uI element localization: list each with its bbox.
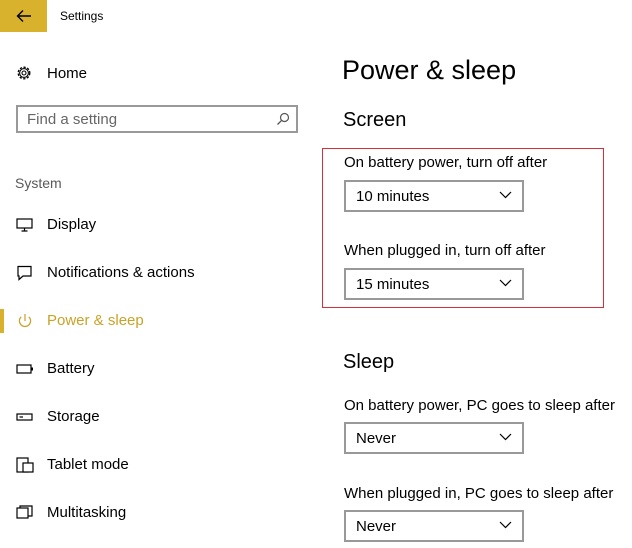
gear-icon (17, 66, 31, 80)
window-title: Settings (60, 9, 104, 23)
chevron-down-icon (499, 521, 512, 529)
dropdown-value: Never (356, 518, 397, 535)
sidebar-item-label: Battery (47, 360, 95, 377)
screen-battery-dropdown[interactable]: 10 minutes (344, 180, 524, 212)
back-arrow-icon (16, 10, 31, 22)
sidebar-item-label: Notifications & actions (47, 264, 195, 281)
tablet-mode-icon (16, 457, 34, 473)
dropdown-value: 10 minutes (356, 188, 430, 205)
chevron-down-icon (499, 433, 512, 441)
sidebar-item-display[interactable]: Display (0, 213, 300, 237)
sidebar-item-storage[interactable]: Storage (0, 405, 300, 429)
sleep-battery-dropdown[interactable]: Never (344, 422, 524, 454)
sidebar-item-power-sleep[interactable]: Power & sleep (0, 309, 300, 333)
sidebar-item-multitasking[interactable]: Multitasking (0, 501, 300, 525)
sidebar-item-notifications[interactable]: Notifications & actions (0, 261, 300, 285)
power-icon (18, 314, 32, 328)
dropdown-value: Never (356, 430, 397, 447)
home-nav-item[interactable]: Home (15, 62, 87, 84)
screen-plugged-label: When plugged in, turn off after (344, 242, 546, 259)
page-title: Power & sleep (342, 55, 517, 85)
screen-battery-label: On battery power, turn off after (344, 154, 548, 171)
screen-heading: Screen (343, 109, 407, 131)
sidebar-item-label: Display (47, 216, 97, 233)
sidebar-item-label: Power & sleep (47, 312, 144, 329)
chevron-down-icon (499, 191, 512, 199)
screen-plugged-dropdown[interactable]: 15 minutes (344, 268, 524, 300)
notifications-icon (17, 265, 32, 281)
search-input[interactable] (27, 109, 267, 129)
sidebar-item-battery[interactable]: Battery (0, 357, 300, 381)
back-button[interactable] (0, 0, 47, 32)
sleep-plugged-label: When plugged in, PC goes to sleep after (344, 485, 614, 502)
battery-icon (16, 364, 33, 374)
active-indicator (0, 309, 4, 333)
sidebar-item-tablet-mode[interactable]: Tablet mode (0, 453, 300, 477)
sidebar-item-label: Multitasking (47, 504, 127, 521)
search-icon[interactable] (276, 112, 290, 126)
search-box[interactable] (16, 105, 298, 133)
storage-icon (16, 413, 33, 421)
chevron-down-icon (499, 279, 512, 287)
sleep-plugged-dropdown[interactable]: Never (344, 510, 524, 542)
sidebar-item-label: Tablet mode (47, 456, 129, 473)
display-icon (16, 218, 33, 232)
section-label-system: System (15, 175, 62, 191)
dropdown-value: 15 minutes (356, 276, 430, 293)
title-bar: Settings (0, 0, 632, 32)
sleep-battery-label: On battery power, PC goes to sleep after (344, 397, 615, 414)
multitasking-icon (16, 505, 33, 519)
home-label: Home (47, 64, 88, 82)
sleep-heading: Sleep (343, 351, 395, 373)
sidebar-item-label: Storage (47, 408, 100, 425)
